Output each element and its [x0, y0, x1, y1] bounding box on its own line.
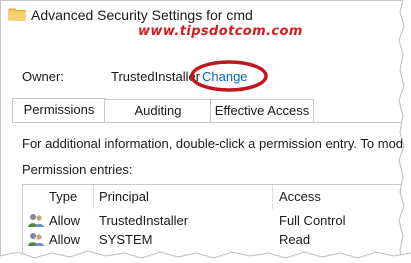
watermark-text: www.tipsdotcom.com: [138, 24, 303, 39]
tab-divider: [12, 122, 401, 123]
torn-edge-bottom: [0, 250, 411, 263]
tab-auditing[interactable]: Auditing: [104, 99, 212, 122]
row-type: Allow: [49, 213, 81, 228]
window-title: Advanced Security Settings for cmd: [31, 7, 253, 23]
info-text: For additional information, double-click…: [22, 136, 411, 151]
tab-permissions-label: Permissions: [23, 102, 95, 117]
tab-effective-access[interactable]: Effective Access: [210, 99, 314, 122]
users-icon: [28, 233, 44, 246]
owner-value: TrustedInstaller: [111, 69, 201, 84]
owner-label: Owner:: [22, 69, 64, 84]
tab-auditing-label: Auditing: [134, 103, 182, 118]
column-separator: [93, 185, 94, 209]
row-access: Full Control: [279, 213, 346, 228]
permission-entries-label: Permission entries:: [22, 162, 133, 177]
highlight-ellipse: [190, 60, 268, 92]
row-principal: TrustedInstaller: [99, 213, 189, 228]
folder-icon: [8, 8, 26, 21]
column-header-access[interactable]: Access: [279, 185, 321, 209]
column-header-type[interactable]: Type: [49, 185, 77, 209]
table-row[interactable]: Allow TrustedInstaller Full Control: [23, 211, 402, 230]
column-separator: [272, 185, 273, 209]
tab-effective-access-label: Effective Access: [214, 103, 310, 118]
tab-strip: Permissions Auditing Effective Access: [12, 98, 401, 123]
column-header-principal[interactable]: Principal: [99, 185, 149, 209]
torn-edge-right: [397, 0, 411, 263]
tab-permissions[interactable]: Permissions: [12, 98, 106, 123]
users-icon: [28, 214, 44, 227]
